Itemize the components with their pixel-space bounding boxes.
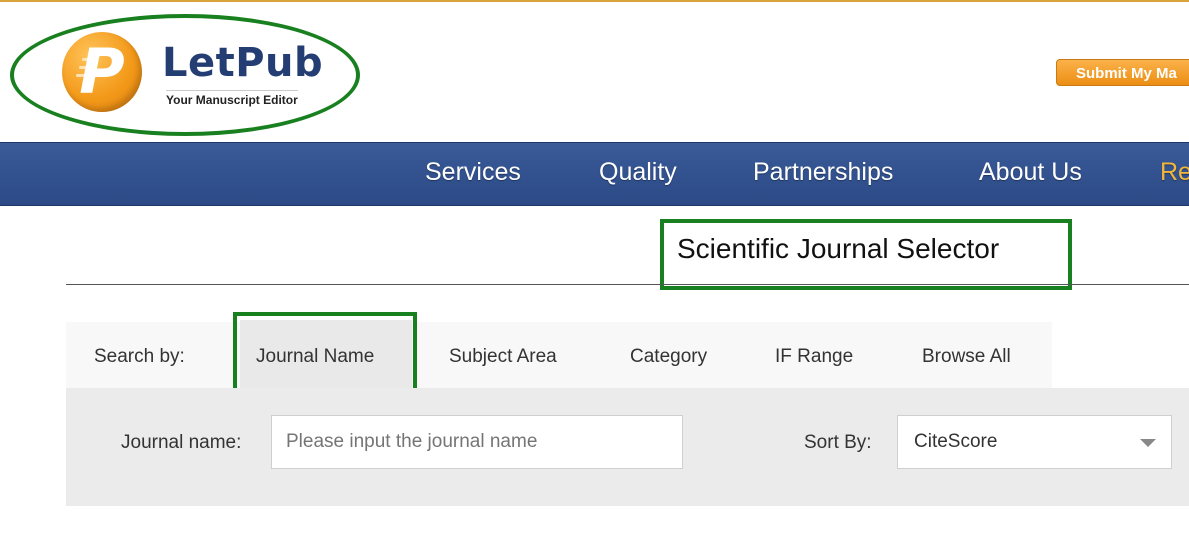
tab-subject-area[interactable]: Subject Area — [449, 346, 557, 368]
chevron-down-icon — [1140, 439, 1156, 447]
tab-if-range[interactable]: IF Range — [775, 346, 853, 368]
top-accent-line — [0, 0, 1189, 2]
logo-highlight-ellipse — [10, 14, 360, 136]
journal-name-input[interactable] — [271, 415, 683, 469]
nav-item-partnerships[interactable]: Partnerships — [753, 158, 893, 187]
tab-highlight-box — [233, 312, 417, 399]
search-by-label: Search by: — [94, 346, 185, 367]
nav-item-about-us[interactable]: About Us — [979, 158, 1082, 187]
nav-item-services[interactable]: Services — [425, 158, 521, 187]
sort-by-value: CiteScore — [914, 431, 998, 452]
divider — [66, 284, 1189, 285]
page-title-highlight-box — [660, 219, 1072, 290]
main-nav: Services Quality Partnerships About Us R… — [0, 142, 1189, 206]
tab-category[interactable]: Category — [630, 346, 707, 368]
sort-by-label: Sort By: — [804, 432, 872, 453]
journal-name-label: Journal name: — [121, 432, 242, 453]
submit-manuscript-button[interactable]: Submit My Ma — [1056, 59, 1189, 86]
search-tabs — [66, 322, 1052, 388]
nav-item-quality[interactable]: Quality — [599, 158, 677, 187]
sort-by-select[interactable]: CiteScore — [897, 415, 1172, 469]
tab-browse-all[interactable]: Browse All — [922, 346, 1011, 368]
nav-item-resources[interactable]: Re — [1160, 158, 1189, 187]
